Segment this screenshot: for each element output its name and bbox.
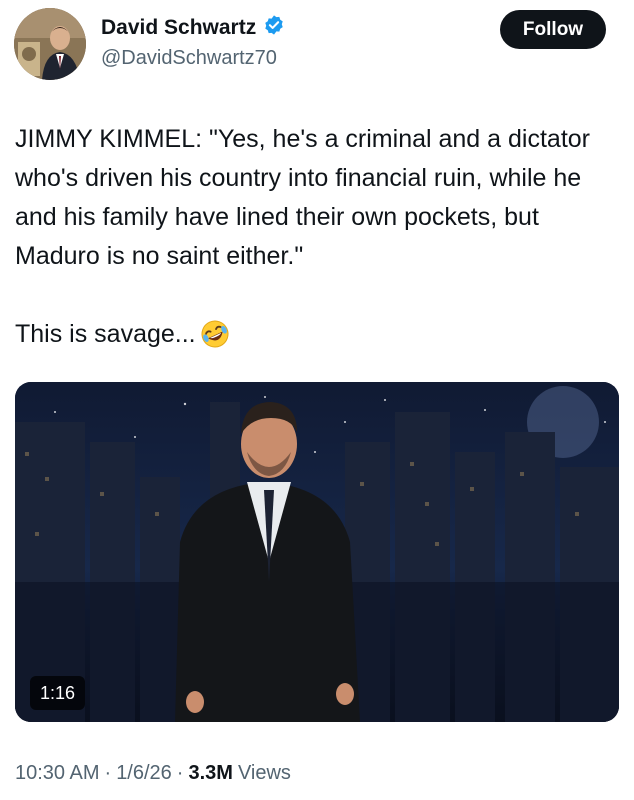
tweet-paragraph-text: This is savage... — [15, 320, 196, 348]
tweet-date[interactable]: 1/6/26 — [116, 762, 172, 785]
tweet-meta: 10:30 AM · 1/6/26 · 3.3M Views — [15, 762, 291, 785]
video-player[interactable]: 1:16 — [15, 382, 619, 722]
views-label: Views — [237, 762, 291, 784]
meta-separator: · — [104, 762, 112, 784]
tweet-paragraph: This is savage... — [15, 315, 615, 361]
follow-button[interactable]: Follow — [500, 10, 606, 49]
video-duration: 1:16 — [30, 676, 86, 710]
avatar[interactable] — [14, 8, 86, 80]
verified-badge-icon — [263, 14, 285, 41]
tweet-text: JIMMY KIMMEL: "Yes, he's a criminal and … — [15, 120, 615, 361]
author-handle[interactable]: @DavidSchwartz70 — [101, 47, 277, 70]
tweet-time[interactable]: 10:30 AM — [15, 762, 100, 785]
author-display-name[interactable]: David Schwartz — [101, 16, 256, 40]
meta-separator: · — [176, 762, 184, 784]
video-thumbnail — [15, 382, 619, 722]
views-count[interactable]: 3.3M — [188, 762, 232, 785]
rolling-on-floor-laughing-emoji-icon — [200, 319, 230, 361]
author-name-row: David Schwartz — [101, 14, 285, 41]
tweet-paragraph: JIMMY KIMMEL: "Yes, he's a criminal and … — [15, 125, 590, 270]
